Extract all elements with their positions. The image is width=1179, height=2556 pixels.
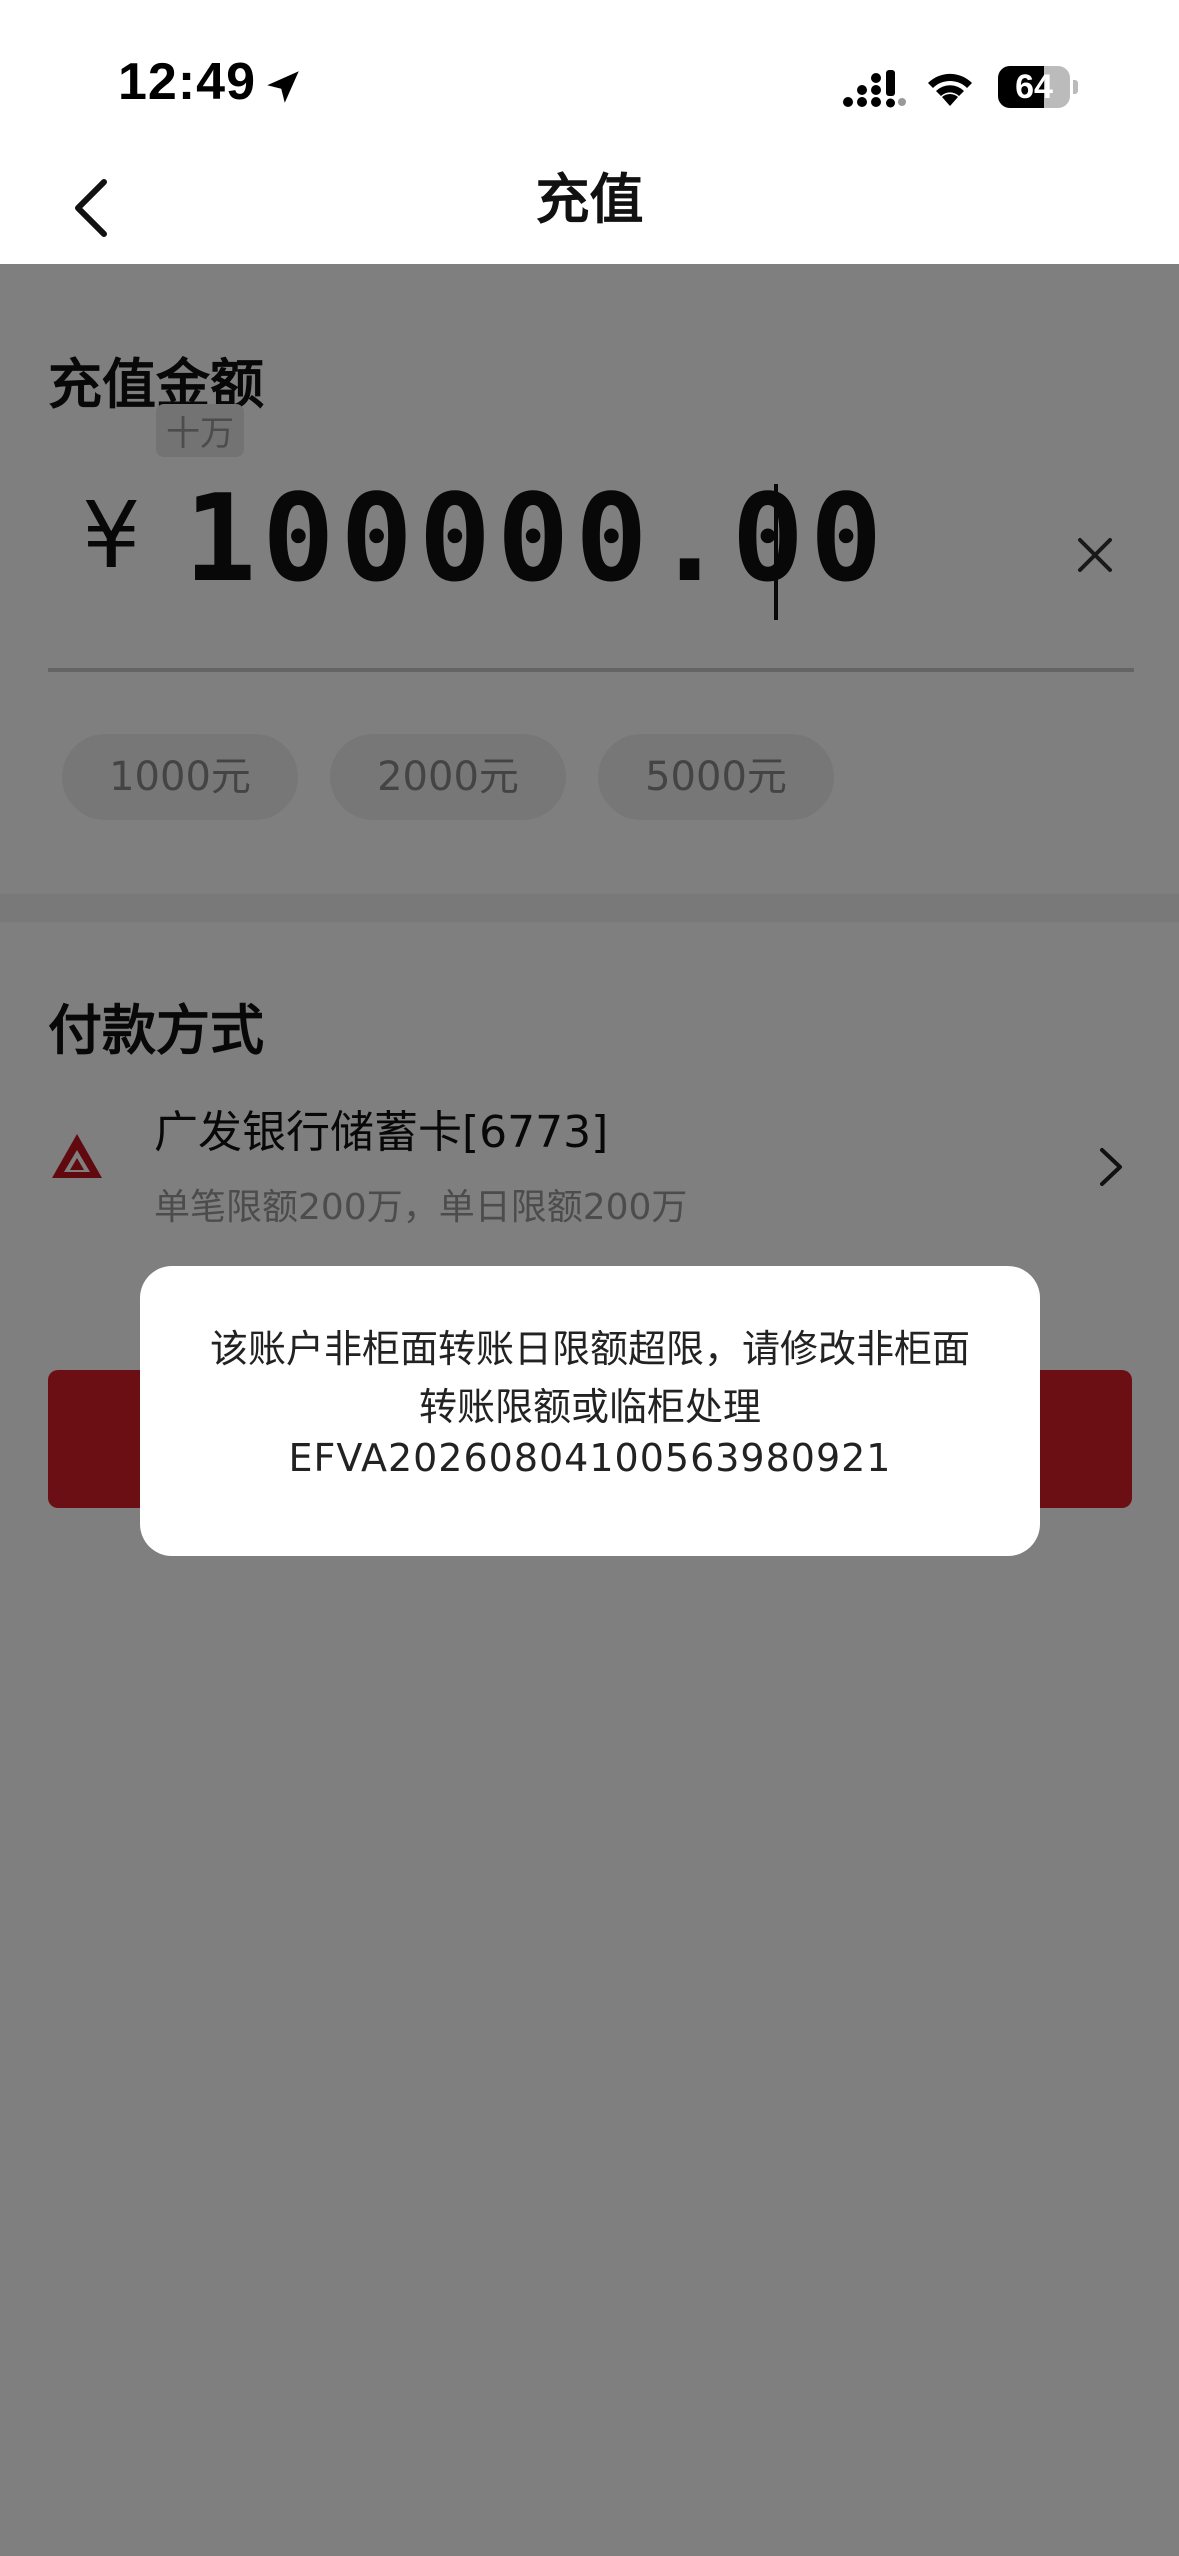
cellular-signal-icon	[843, 70, 906, 108]
status-bar: 12:49 64	[0, 0, 1179, 150]
nav-bar: 充值	[0, 150, 1179, 264]
chevron-left-icon[interactable]	[60, 168, 130, 248]
battery-icon: 64	[998, 66, 1078, 108]
wifi-icon	[928, 73, 972, 106]
status-time: 12:49	[118, 53, 256, 111]
error-dialog: 该账户非柜面转账日限额超限，请修改非柜面转账限额或临柜处理 EFVA202608…	[140, 1266, 1040, 1556]
page-title: 充值	[535, 168, 644, 231]
location-arrow-icon	[267, 71, 299, 103]
battery-level: 64	[1015, 68, 1053, 106]
error-code: EFVA20260804100563980921	[288, 1436, 892, 1480]
error-message: 该账户非柜面转账日限额超限，请修改非柜面转账限额或临柜处理	[209, 1327, 970, 1429]
recharge-page: 12:49 64 充值 该账户非柜面转账日限额超限，请修改非柜面转账限额或临柜处…	[0, 0, 1179, 2556]
